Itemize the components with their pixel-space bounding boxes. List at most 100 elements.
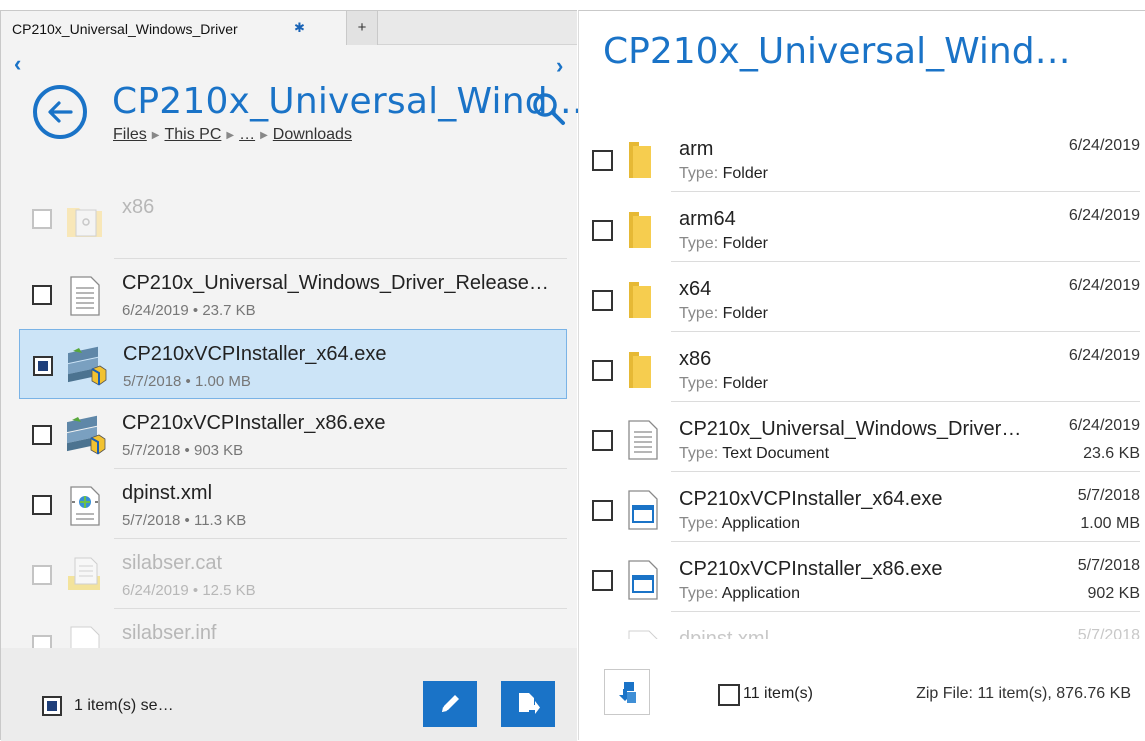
file-row-selected[interactable]: CP210xVCPInstaller_x64.exe 5/7/2018 • 1.… <box>19 329 567 399</box>
file-row[interactable]: dpinst.xml 5/7/2018 • 11.3 KB <box>19 468 567 539</box>
text-document-icon <box>628 420 658 460</box>
tab-bar: CP210x_Universal_Windows_Driver ✱ + <box>1 11 577 47</box>
type-value: Folder <box>722 305 768 322</box>
entry-name: CP210xVCPInstaller_x64.exe <box>679 488 943 510</box>
rename-button[interactable] <box>423 681 477 727</box>
entry-size: 23.6 KB <box>1083 445 1140 462</box>
breadcrumb-files[interactable]: Files <box>113 126 147 143</box>
pin-icon[interactable]: ✱ <box>294 20 305 36</box>
search-icon[interactable] <box>531 91 567 127</box>
row-divider <box>671 261 1140 262</box>
archive-entry[interactable]: CP210xVCPInstaller_x64.exe Type: Applica… <box>579 473 1145 543</box>
breadcrumb-ellipsis[interactable]: … <box>239 126 255 143</box>
entry-date: 6/24/2019 <box>1068 347 1140 364</box>
catalog-file-icon <box>68 557 100 590</box>
new-tab-button[interactable]: + <box>346 11 378 45</box>
file-name: silabser.cat <box>122 552 223 574</box>
entry-checkbox[interactable] <box>592 150 613 171</box>
file-row[interactable]: CP210x_Universal_Windows_Driver_Release…… <box>19 258 567 329</box>
breadcrumb-downloads[interactable]: Downloads <box>273 126 352 143</box>
file-row[interactable]: CP210xVCPInstaller_x86.exe 5/7/2018 • 90… <box>19 399 567 469</box>
file-row[interactable]: silabser.inf <box>19 608 567 649</box>
entry-type: Type: Folder <box>679 305 768 323</box>
selection-checkbox[interactable] <box>42 696 62 716</box>
chevron-right-icon[interactable]: › <box>556 53 563 79</box>
type-key: Type: <box>679 515 719 532</box>
archive-entry[interactable]: arm Type: Folder 6/24/2019 <box>579 123 1145 193</box>
entry-checkbox[interactable] <box>592 500 613 521</box>
items-count: 11 item(s) <box>743 685 813 702</box>
row-divider <box>114 468 567 469</box>
file-name: CP210xVCPInstaller_x64.exe <box>123 343 387 365</box>
chevron-left-icon[interactable]: ‹ <box>14 51 21 77</box>
type-value: Application <box>721 515 800 532</box>
archive-entry[interactable]: arm64 Type: Folder 6/24/2019 <box>579 193 1145 263</box>
archive-entry[interactable]: CP210x_Universal_Windows_Driver… Type: T… <box>579 403 1145 473</box>
breadcrumb: Files ▶ This PC ▶ … ▶ Downloads <box>113 126 352 144</box>
file-checkbox[interactable] <box>32 565 52 585</box>
entry-checkbox[interactable] <box>592 430 613 451</box>
file-checkbox[interactable] <box>32 425 52 445</box>
archive-entry[interactable]: x64 Type: Folder 6/24/2019 <box>579 263 1145 333</box>
entry-date: 6/24/2019 <box>1068 137 1140 154</box>
folder-icon <box>629 282 651 318</box>
file-checkbox[interactable] <box>32 285 52 305</box>
entry-date: 6/24/2019 <box>1068 207 1140 224</box>
type-key: Type: <box>679 165 719 182</box>
file-meta: 6/24/2019 • 12.5 KB <box>122 582 256 599</box>
folder-icon <box>629 212 651 248</box>
file-checkbox-checked[interactable] <box>33 356 53 376</box>
folder-icon <box>629 142 651 178</box>
document-move-icon <box>519 693 540 714</box>
file-meta: 5/7/2018 • 903 KB <box>122 442 244 459</box>
file-row[interactable]: silabser.cat 6/24/2019 • 12.5 KB <box>19 538 567 609</box>
move-to-button[interactable] <box>501 681 555 727</box>
type-value: Folder <box>722 235 768 252</box>
app-window: CP210x_Universal_Windows_Driver ✱ + ‹ › … <box>0 0 1145 741</box>
archive-entry[interactable]: CP210xVCPInstaller_x86.exe Type: Applica… <box>579 543 1145 613</box>
file-meta: 5/7/2018 • 11.3 KB <box>122 512 247 529</box>
file-name: dpinst.xml <box>122 482 213 504</box>
row-divider <box>671 541 1140 542</box>
row-divider <box>671 191 1140 192</box>
type-value: Folder <box>722 375 768 392</box>
type-value: Text Document <box>722 445 830 462</box>
file-list: x86 CP210x_Universal_Windows_Driver_Rele… <box>1 179 577 649</box>
selection-count: 1 item(s) se… <box>74 697 174 714</box>
back-button[interactable] <box>33 85 87 139</box>
entry-checkbox[interactable] <box>592 360 613 381</box>
type-key: Type: <box>679 305 719 322</box>
text-document-icon <box>70 276 100 316</box>
left-footer: 1 item(s) se… <box>1 648 577 741</box>
row-divider <box>671 611 1140 612</box>
application-icon <box>628 560 658 600</box>
file-checkbox[interactable] <box>32 495 52 515</box>
file-name: silabser.inf <box>122 622 217 644</box>
file-checkbox[interactable] <box>32 635 52 649</box>
folder-icon <box>629 352 651 388</box>
application-icon <box>628 490 658 530</box>
entry-checkbox[interactable] <box>592 220 613 241</box>
file-row[interactable]: x86 <box>19 183 567 253</box>
select-all-checkbox[interactable] <box>718 684 740 706</box>
entry-name: x64 <box>679 278 712 300</box>
folder-zip-icon <box>67 208 102 237</box>
entry-checkbox[interactable] <box>592 570 613 591</box>
entry-name: arm <box>679 138 714 160</box>
preview-title: CP210x_Universal_Wind… <box>603 31 1071 72</box>
right-footer: 11 item(s) Zip File: 11 item(s), 876.76 … <box>579 639 1145 741</box>
breadcrumb-this-pc[interactable]: This PC <box>164 126 221 143</box>
right-pane: CP210x_Universal_Wind… arm Type: Folder … <box>578 10 1145 741</box>
inf-file-icon <box>70 626 100 649</box>
archive-entry[interactable]: x86 Type: Folder 6/24/2019 <box>579 333 1145 403</box>
tab-cp210x[interactable]: CP210x_Universal_Windows_Driver ✱ <box>1 11 346 47</box>
entry-size: 1.00 MB <box>1080 515 1140 532</box>
extract-button[interactable] <box>604 669 650 715</box>
arrow-left-icon <box>48 101 73 123</box>
installer-icon <box>67 415 106 455</box>
extract-icon <box>619 682 636 703</box>
entry-checkbox[interactable] <box>592 290 613 311</box>
file-name: x86 <box>122 196 155 218</box>
file-checkbox[interactable] <box>32 209 52 229</box>
type-key: Type: <box>679 585 719 602</box>
